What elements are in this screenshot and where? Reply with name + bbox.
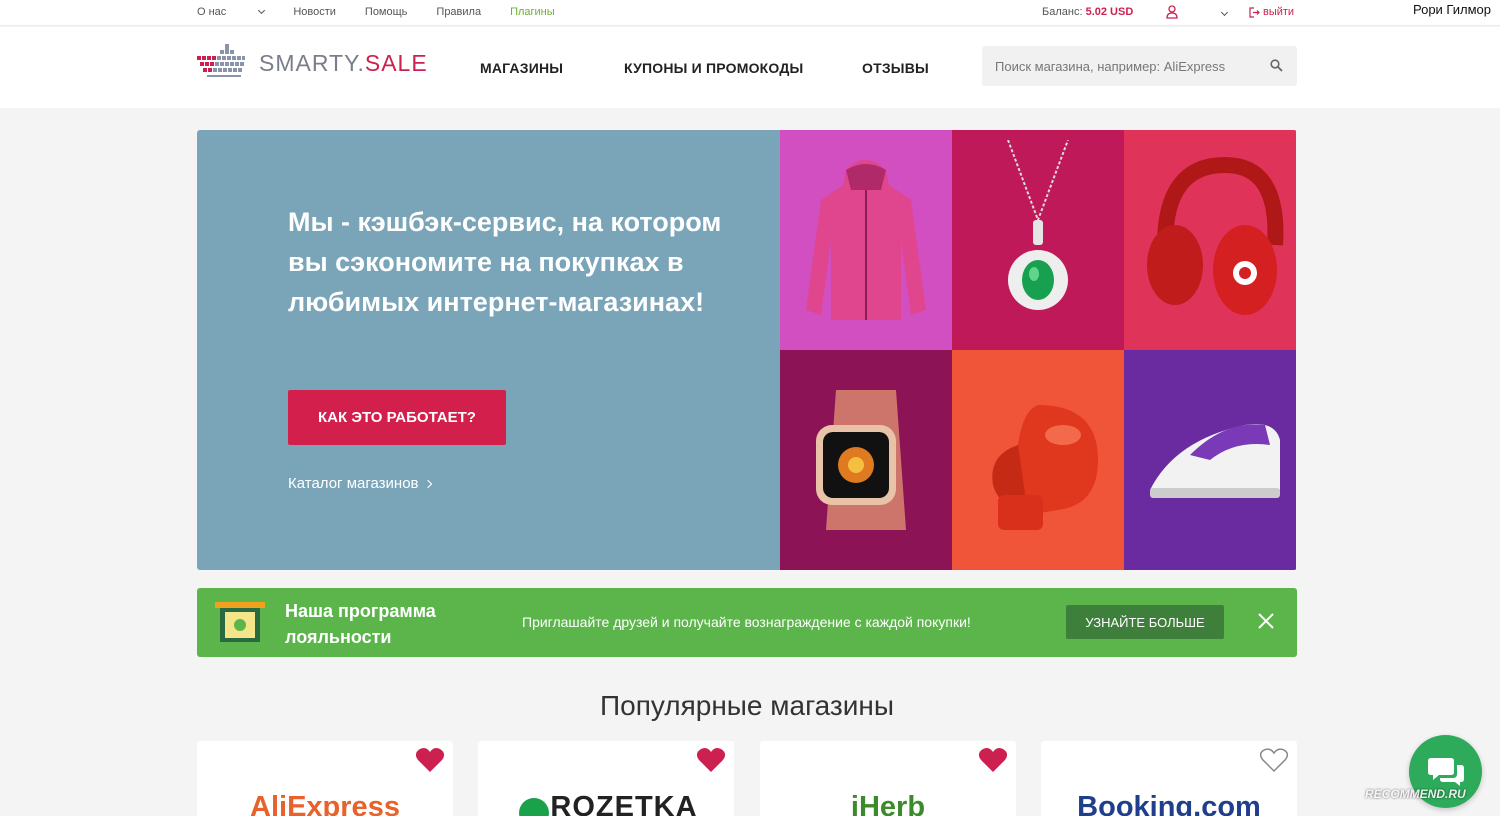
top-link-news[interactable]: Новости bbox=[293, 6, 336, 18]
search-input[interactable] bbox=[982, 46, 1262, 86]
store-card-aliexpress[interactable]: AliExpress bbox=[197, 741, 453, 816]
heart-filled-icon[interactable] bbox=[415, 747, 445, 773]
logo-accent: SALE bbox=[364, 49, 428, 76]
store-card-rozetka[interactable]: ROZETKA bbox=[478, 741, 734, 816]
top-link-about-label: О нас bbox=[197, 6, 227, 18]
site-header: SMARTY.SALE МАГАЗИНЫ КУПОНЫ И ПРОМОКОДЫ … bbox=[0, 27, 1500, 108]
how-it-works-button[interactable]: КАК ЭТО РАБОТАЕТ? bbox=[288, 390, 506, 445]
top-link-plugins[interactable]: Плагины bbox=[510, 6, 555, 18]
balance[interactable]: Баланс: 5.02 USD bbox=[1042, 6, 1133, 18]
loyalty-title: Наша программа лояльности bbox=[285, 601, 436, 647]
learn-more-button[interactable]: УЗНАЙТЕ БОЛЬШЕ bbox=[1066, 605, 1224, 639]
logout-label: выйти bbox=[1263, 6, 1295, 18]
chevron-right-icon bbox=[423, 479, 432, 488]
heart-filled-icon[interactable] bbox=[978, 747, 1008, 773]
emerald-pendant-icon bbox=[1007, 140, 1069, 310]
watermark: RECOMMEND.RU bbox=[1365, 787, 1466, 801]
balance-label: Баланс: bbox=[1042, 6, 1083, 18]
tile-pendant[interactable] bbox=[952, 130, 1124, 350]
heart-filled-icon[interactable] bbox=[696, 747, 726, 773]
store-logo-iherb: iHerb bbox=[850, 791, 926, 816]
loyalty-gift-icon bbox=[215, 602, 265, 642]
loyalty-banner: Наша программа лояльности Приглашайте др… bbox=[197, 588, 1297, 657]
heart-outline-icon[interactable] bbox=[1259, 747, 1289, 773]
tile-jacket[interactable] bbox=[780, 130, 952, 350]
store-logo-rozetka: ROZETKA bbox=[550, 791, 698, 816]
store-card-booking[interactable]: Booking.com bbox=[1041, 741, 1297, 816]
user-icon[interactable] bbox=[1166, 5, 1178, 19]
store-card-iherb[interactable]: iHerb bbox=[760, 741, 1016, 816]
loyalty-text: Приглашайте друзей и получайте вознаграж… bbox=[522, 614, 971, 630]
nav-coupons[interactable]: КУПОНЫ И ПРОМОКОДЫ bbox=[624, 60, 803, 76]
top-link-rules[interactable]: Правила bbox=[436, 6, 481, 18]
logo-basket-icon bbox=[197, 44, 245, 77]
logout-link[interactable]: выйти bbox=[1249, 6, 1294, 18]
steam-iron-icon bbox=[1150, 424, 1280, 498]
tile-boxing-glove[interactable] bbox=[952, 350, 1124, 570]
red-headphones-icon bbox=[1147, 156, 1284, 315]
logo-text: SMARTY.SALE bbox=[259, 50, 428, 77]
chevron-down-icon bbox=[1220, 8, 1229, 17]
close-icon[interactable] bbox=[1257, 612, 1275, 630]
catalog-link-label: Каталог магазинов bbox=[288, 475, 419, 492]
hero-title: Мы - кэшбэк-сервис, на котором вы сэконо… bbox=[288, 207, 722, 317]
balance-value: 5.02 USD bbox=[1085, 6, 1134, 18]
search-box bbox=[982, 46, 1297, 86]
store-logo-booking: Booking.com bbox=[1077, 791, 1261, 816]
popular-stores-title: Популярные магазины bbox=[600, 690, 894, 721]
site-logo[interactable]: SMARTY.SALE bbox=[197, 44, 428, 82]
username[interactable]: Рори Гилмор bbox=[1413, 2, 1491, 17]
hero-text-panel: Мы - кэшбэк-сервис, на котором вы сэконо… bbox=[197, 130, 780, 570]
hero-banner: Мы - кэшбэк-сервис, на котором вы сэконо… bbox=[197, 130, 1297, 570]
tile-headphones[interactable] bbox=[1124, 130, 1296, 350]
top-link-help[interactable]: Помощь bbox=[365, 6, 408, 18]
search-icon[interactable] bbox=[1270, 59, 1283, 72]
chat-bubbles-icon bbox=[1427, 757, 1464, 786]
chevron-down-icon bbox=[258, 6, 266, 15]
top-utility-bar: О нас Новости Помощь Правила Плагины Бал… bbox=[0, 0, 1500, 26]
logo-main: SMARTY. bbox=[259, 49, 365, 76]
account-dropdown[interactable] bbox=[1218, 6, 1229, 18]
store-logo-aliexpress: AliExpress bbox=[250, 791, 400, 816]
top-links: О нас Новости Помощь Правила Плагины bbox=[197, 6, 584, 18]
tile-watch[interactable] bbox=[780, 350, 952, 570]
nav-reviews[interactable]: ОТЗЫВЫ bbox=[862, 60, 929, 76]
pink-jacket-icon bbox=[806, 160, 926, 320]
tile-iron[interactable] bbox=[1124, 350, 1296, 570]
smart-watch-icon bbox=[816, 390, 906, 530]
catalog-link[interactable]: Каталог магазинов bbox=[288, 475, 432, 492]
logout-icon bbox=[1249, 6, 1260, 18]
top-link-about[interactable]: О нас bbox=[197, 6, 266, 18]
boxing-glove-icon bbox=[992, 405, 1098, 530]
nav-stores[interactable]: МАГАЗИНЫ bbox=[480, 60, 563, 76]
